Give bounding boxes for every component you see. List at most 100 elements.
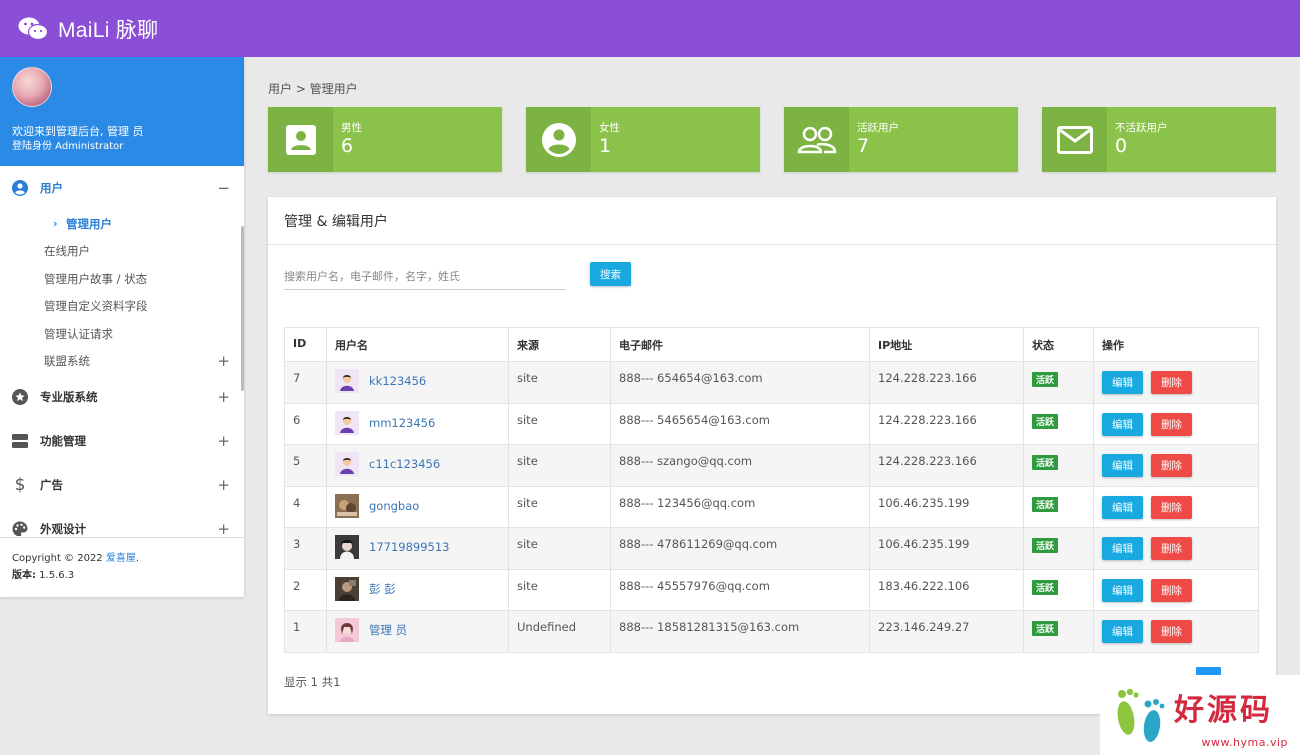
delete-button[interactable]: 删除 [1151,578,1192,602]
sidebar-group-label: 用户 [40,181,63,195]
username-link[interactable]: kk123456 [369,374,426,388]
stat-value: 6 [341,135,354,157]
user-avatar[interactable] [335,618,359,642]
user-avatar[interactable] [335,535,359,559]
cell-actions: 编辑 删除 [1093,610,1259,653]
sidebar-group-appearance[interactable]: 外观设计 + [0,507,244,536]
pagination-info: 显示 1 共1 [284,675,341,689]
user-avatar[interactable] [335,493,359,518]
edit-button[interactable]: 编辑 [1102,412,1143,436]
delete-button[interactable]: 删除 [1151,537,1192,560]
sidebar-item-custom-fields[interactable]: 管理自定义资料字段 [0,293,244,321]
column-header-source[interactable]: 来源 [508,327,611,362]
users-table: ID 用户名 来源 电子邮件 IP地址 状态 操作 7 kk123456 sit… [284,327,1259,653]
table-row: 1 管理 员 Undefined 888--- 18581281315@163.… [284,610,1259,653]
cell-email: 888--- 654654@163.com [610,361,870,404]
sidebar-group-features[interactable]: 功能管理 + [0,419,244,463]
status-badge: 活跃 [1032,372,1059,387]
cell-source: site [508,444,611,487]
sidebar-menu: 用户 − › 管理用户 在线用户 管理用户故事 / 状态 管理自定义资料字段 管… [0,166,244,536]
stat-label: 女性 [599,122,620,134]
sidebar-group-label: 专业版系统 [40,390,98,404]
collapse-toggle[interactable]: − [217,179,230,197]
user-avatar[interactable] [335,410,359,435]
table-row: 5 c11c123456 site 888--- szango@qq.com 1… [284,444,1259,487]
cell-status: 活跃 [1023,527,1094,570]
cell-source: site [508,402,611,445]
cell-username: 17719899513 [326,527,509,570]
avatar[interactable] [12,67,52,107]
sidebar-group-ads[interactable]: $ 广告 + [0,463,244,507]
delete-button[interactable]: 删除 [1151,412,1192,436]
sidebar-item-affiliate[interactable]: 联盟系统 + [0,348,244,376]
search-button[interactable]: 搜索 [590,262,631,286]
user-avatar[interactable] [335,576,359,601]
version-label: 版本: [12,570,36,581]
username-link[interactable]: gongbao [369,499,419,513]
footprint-logo-icon [1117,688,1165,742]
sidebar-item-verification[interactable]: 管理认证请求 [0,320,244,348]
cell-ip: 183.46.222.106 [869,568,1024,611]
sidebar-group-users[interactable]: 用户 − [0,166,244,210]
people-icon [784,107,849,172]
expand-toggle[interactable]: + [217,388,230,406]
sidebar-item-user-stories[interactable]: 管理用户故事 / 状态 [0,265,244,293]
stat-label: 男性 [341,122,362,134]
edit-button[interactable]: 编辑 [1102,454,1143,477]
column-header-ip[interactable]: IP地址 [869,327,1024,362]
column-header-email[interactable]: 电子邮件 [610,327,870,362]
sidebar: 欢迎来到管理后台, 管理 员 登陆身份 Administrator 用户 − ›… [0,57,244,597]
table-row: 6 mm123456 site 888--- 5465654@163.com 1… [284,402,1259,445]
status-badge: 活跃 [1032,496,1059,512]
edit-button[interactable]: 编辑 [1102,578,1143,602]
sidebar-item-online-users[interactable]: 在线用户 [0,238,244,266]
cell-actions: 编辑 删除 [1093,361,1259,404]
delete-button[interactable]: 删除 [1151,495,1192,519]
edit-button[interactable]: 编辑 [1102,537,1143,560]
company-link[interactable]: 爱喜屋 [106,553,136,564]
username-link[interactable]: 17719899513 [369,540,449,554]
column-header-username[interactable]: 用户名 [326,327,509,362]
sidebar-item-label: 管理用户 [66,216,112,231]
cell-id: 3 [284,527,327,570]
cell-email: 888--- 5465654@163.com [610,402,870,445]
expand-toggle[interactable]: + [217,432,230,450]
app-title[interactable]: MaiLi 脉聊 [58,14,158,44]
sidebar-group-pro[interactable]: 专业版系统 + [0,375,244,419]
cell-actions: 编辑 删除 [1093,444,1259,487]
cell-source: site [508,361,611,404]
username-link[interactable]: 彭 彭 [369,582,396,596]
delete-button[interactable]: 删除 [1151,371,1192,394]
delete-button[interactable]: 删除 [1151,454,1192,477]
cell-id: 4 [284,485,327,528]
username-link[interactable]: c11c123456 [369,457,440,471]
cell-email: 888--- 123456@qq.com [610,485,870,528]
expand-toggle[interactable]: + [217,476,230,494]
watermark: 好源码 www.hyma.vip [1100,675,1300,755]
top-bar: MaiLi 脉聊 [0,0,1300,57]
cell-ip: 124.228.223.166 [869,402,1024,445]
edit-button[interactable]: 编辑 [1102,620,1143,643]
delete-button[interactable]: 删除 [1151,620,1192,643]
search-input[interactable] [284,263,566,290]
status-badge: 活跃 [1032,538,1059,553]
sidebar-item-manage-users[interactable]: › 管理用户 [0,210,244,238]
user-avatar[interactable] [335,369,359,393]
edit-button[interactable]: 编辑 [1102,371,1143,394]
user-avatar[interactable] [335,452,359,476]
expand-toggle[interactable]: + [217,520,230,536]
column-header-id[interactable]: ID [284,327,327,362]
column-header-status[interactable]: 状态 [1023,327,1094,362]
stat-value: 0 [1115,135,1128,157]
cell-email: 888--- szango@qq.com [610,444,870,487]
edit-button[interactable]: 编辑 [1102,495,1143,519]
expand-toggle[interactable]: + [217,352,230,370]
cell-email: 888--- 478611269@qq.com [610,527,870,570]
sidebar-item-label: 管理自定义资料字段 [44,299,148,314]
table-row: 2 彭 彭 site 888--- 45557976@qq.com 183.46… [284,568,1259,611]
copyright-dot: . [135,553,140,564]
cell-source: site [508,485,611,528]
cell-id: 5 [284,444,327,487]
username-link[interactable]: mm123456 [369,416,435,430]
username-link[interactable]: 管理 员 [369,623,407,637]
